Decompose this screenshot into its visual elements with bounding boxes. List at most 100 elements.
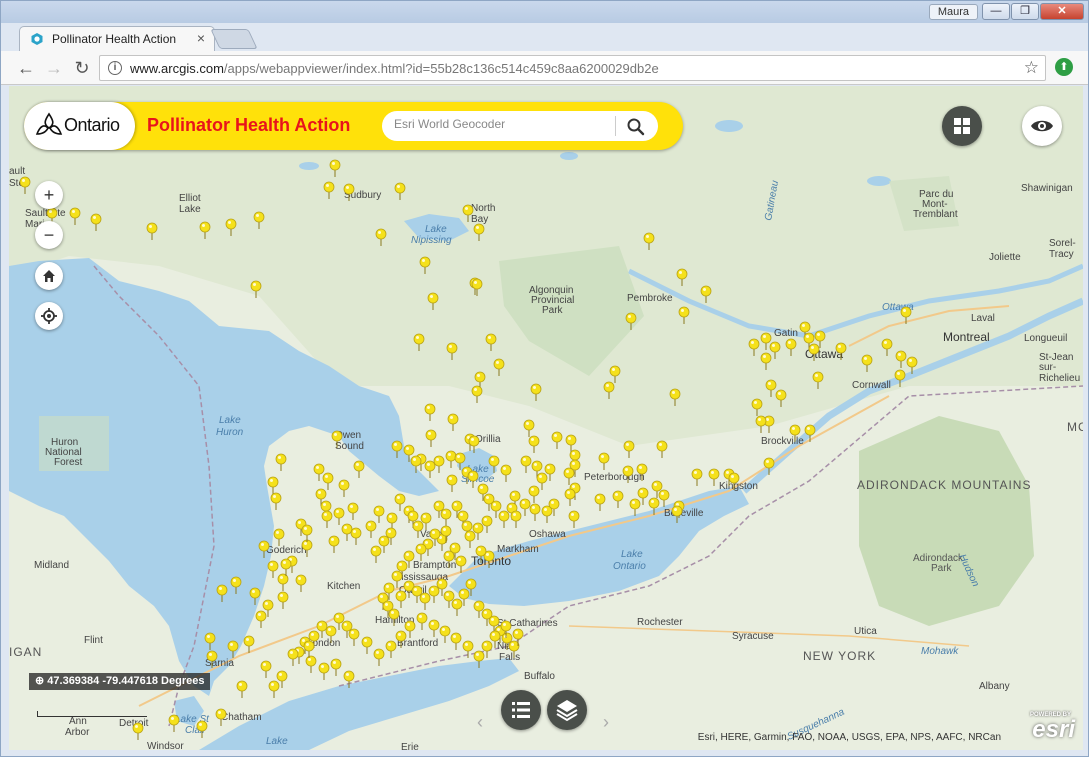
geocoder-search-input[interactable]: [394, 117, 604, 131]
sighting-pin[interactable]: [446, 474, 458, 492]
sighting-pin[interactable]: [625, 312, 637, 330]
sighting-pin[interactable]: [765, 379, 777, 397]
zoom-in-button[interactable]: +: [35, 181, 63, 209]
sighting-pin[interactable]: [419, 256, 431, 274]
sighting-pin[interactable]: [395, 630, 407, 648]
sighting-pin[interactable]: [425, 429, 437, 447]
sighting-pin[interactable]: [622, 465, 634, 483]
sighting-pin[interactable]: [428, 619, 440, 637]
sighting-pin[interactable]: [609, 365, 621, 383]
sighting-pin[interactable]: [676, 268, 688, 286]
close-window-button[interactable]: ✕: [1040, 3, 1084, 20]
sighting-pin[interactable]: [529, 503, 541, 521]
sighting-pin[interactable]: [90, 213, 102, 231]
sighting-pin[interactable]: [678, 306, 690, 324]
sighting-pin[interactable]: [341, 523, 353, 541]
sighting-pin[interactable]: [439, 625, 451, 643]
sighting-pin[interactable]: [322, 472, 334, 490]
sighting-pin[interactable]: [451, 598, 463, 616]
sighting-pin[interactable]: [253, 211, 265, 229]
sighting-pin[interactable]: [331, 430, 343, 448]
sighting-pin[interactable]: [648, 497, 660, 515]
sighting-pin[interactable]: [313, 463, 325, 481]
sighting-pin[interactable]: [708, 468, 720, 486]
sighting-pin[interactable]: [419, 592, 431, 610]
sighting-pin[interactable]: [146, 222, 158, 240]
sighting-pin[interactable]: [267, 560, 279, 578]
sighting-pin[interactable]: [295, 574, 307, 592]
pager-prev-icon[interactable]: ‹: [477, 712, 483, 733]
sighting-pin[interactable]: [523, 419, 535, 437]
sighting-pin[interactable]: [365, 520, 377, 538]
sighting-pin[interactable]: [473, 223, 485, 241]
sighting-pin[interactable]: [568, 510, 580, 528]
sighting-pin[interactable]: [789, 424, 801, 442]
sighting-pin[interactable]: [273, 528, 285, 546]
sighting-pin[interactable]: [199, 221, 211, 239]
sighting-pin[interactable]: [861, 354, 873, 372]
sighting-pin[interactable]: [445, 450, 457, 468]
sighting-pin[interactable]: [481, 515, 493, 533]
sighting-pins-layer[interactable]: [9, 86, 1083, 750]
sighting-pin[interactable]: [450, 632, 462, 650]
sighting-pin[interactable]: [520, 455, 532, 473]
sighting-pin[interactable]: [881, 338, 893, 356]
reload-button[interactable]: ↻: [71, 57, 93, 79]
sighting-pin[interactable]: [433, 455, 445, 473]
sighting-pin[interactable]: [413, 333, 425, 351]
sighting-pin[interactable]: [206, 650, 218, 668]
sighting-pin[interactable]: [267, 476, 279, 494]
sighting-pin[interactable]: [424, 403, 436, 421]
forward-button[interactable]: →: [43, 57, 65, 79]
sighting-pin[interactable]: [760, 352, 772, 370]
sighting-pin[interactable]: [471, 385, 483, 403]
user-profile-tag[interactable]: Maura: [928, 4, 978, 20]
sighting-pin[interactable]: [318, 662, 330, 680]
sighting-pin[interactable]: [669, 388, 681, 406]
sighting-pin[interactable]: [395, 590, 407, 608]
sighting-pin[interactable]: [623, 440, 635, 458]
locate-button[interactable]: [35, 302, 63, 330]
tab-close-icon[interactable]: ×: [197, 30, 205, 46]
layer-visibility-button[interactable]: [1022, 106, 1062, 146]
sighting-pin[interactable]: [485, 333, 497, 351]
sighting-pin[interactable]: [462, 640, 474, 658]
sighting-pin[interactable]: [412, 520, 424, 538]
zoom-out-button[interactable]: −: [35, 221, 63, 249]
sighting-pin[interactable]: [428, 585, 440, 603]
sighting-pin[interactable]: [132, 722, 144, 740]
sighting-pin[interactable]: [258, 540, 270, 558]
sighting-pin[interactable]: [748, 338, 760, 356]
sighting-pin[interactable]: [563, 467, 575, 485]
sighting-pin[interactable]: [321, 510, 333, 528]
sighting-pin[interactable]: [446, 342, 458, 360]
sighting-pin[interactable]: [475, 545, 487, 563]
sighting-pin[interactable]: [303, 640, 315, 658]
sighting-pin[interactable]: [168, 714, 180, 732]
sighting-pin[interactable]: [255, 610, 267, 628]
bookmark-star-icon[interactable]: ☆: [1024, 58, 1039, 78]
sighting-pin[interactable]: [603, 381, 615, 399]
sighting-pin[interactable]: [755, 415, 767, 433]
sighting-pin[interactable]: [464, 530, 476, 548]
extension-icon[interactable]: ⬆: [1055, 58, 1073, 76]
sighting-pin[interactable]: [728, 472, 740, 490]
sighting-pin[interactable]: [386, 512, 398, 530]
sighting-pin[interactable]: [343, 670, 355, 688]
back-button[interactable]: ←: [15, 57, 37, 79]
map-view[interactable]: ault Ste Sault Ste Marie Elliot Lake Sud…: [9, 86, 1083, 750]
sighting-pin[interactable]: [328, 535, 340, 553]
sighting-pin[interactable]: [325, 625, 337, 643]
sighting-pin[interactable]: [338, 479, 350, 497]
legend-button[interactable]: [501, 690, 541, 730]
minimize-button[interactable]: —: [982, 3, 1010, 20]
sighting-pin[interactable]: [216, 584, 228, 602]
sighting-pin[interactable]: [410, 455, 422, 473]
sighting-pin[interactable]: [447, 413, 459, 431]
coords-plus-icon[interactable]: ⊕: [35, 675, 47, 687]
sighting-pin[interactable]: [804, 424, 816, 442]
sighting-pin[interactable]: [643, 232, 655, 250]
sighting-pin[interactable]: [775, 389, 787, 407]
sighting-pin[interactable]: [424, 460, 436, 478]
sighting-pin[interactable]: [462, 204, 474, 222]
